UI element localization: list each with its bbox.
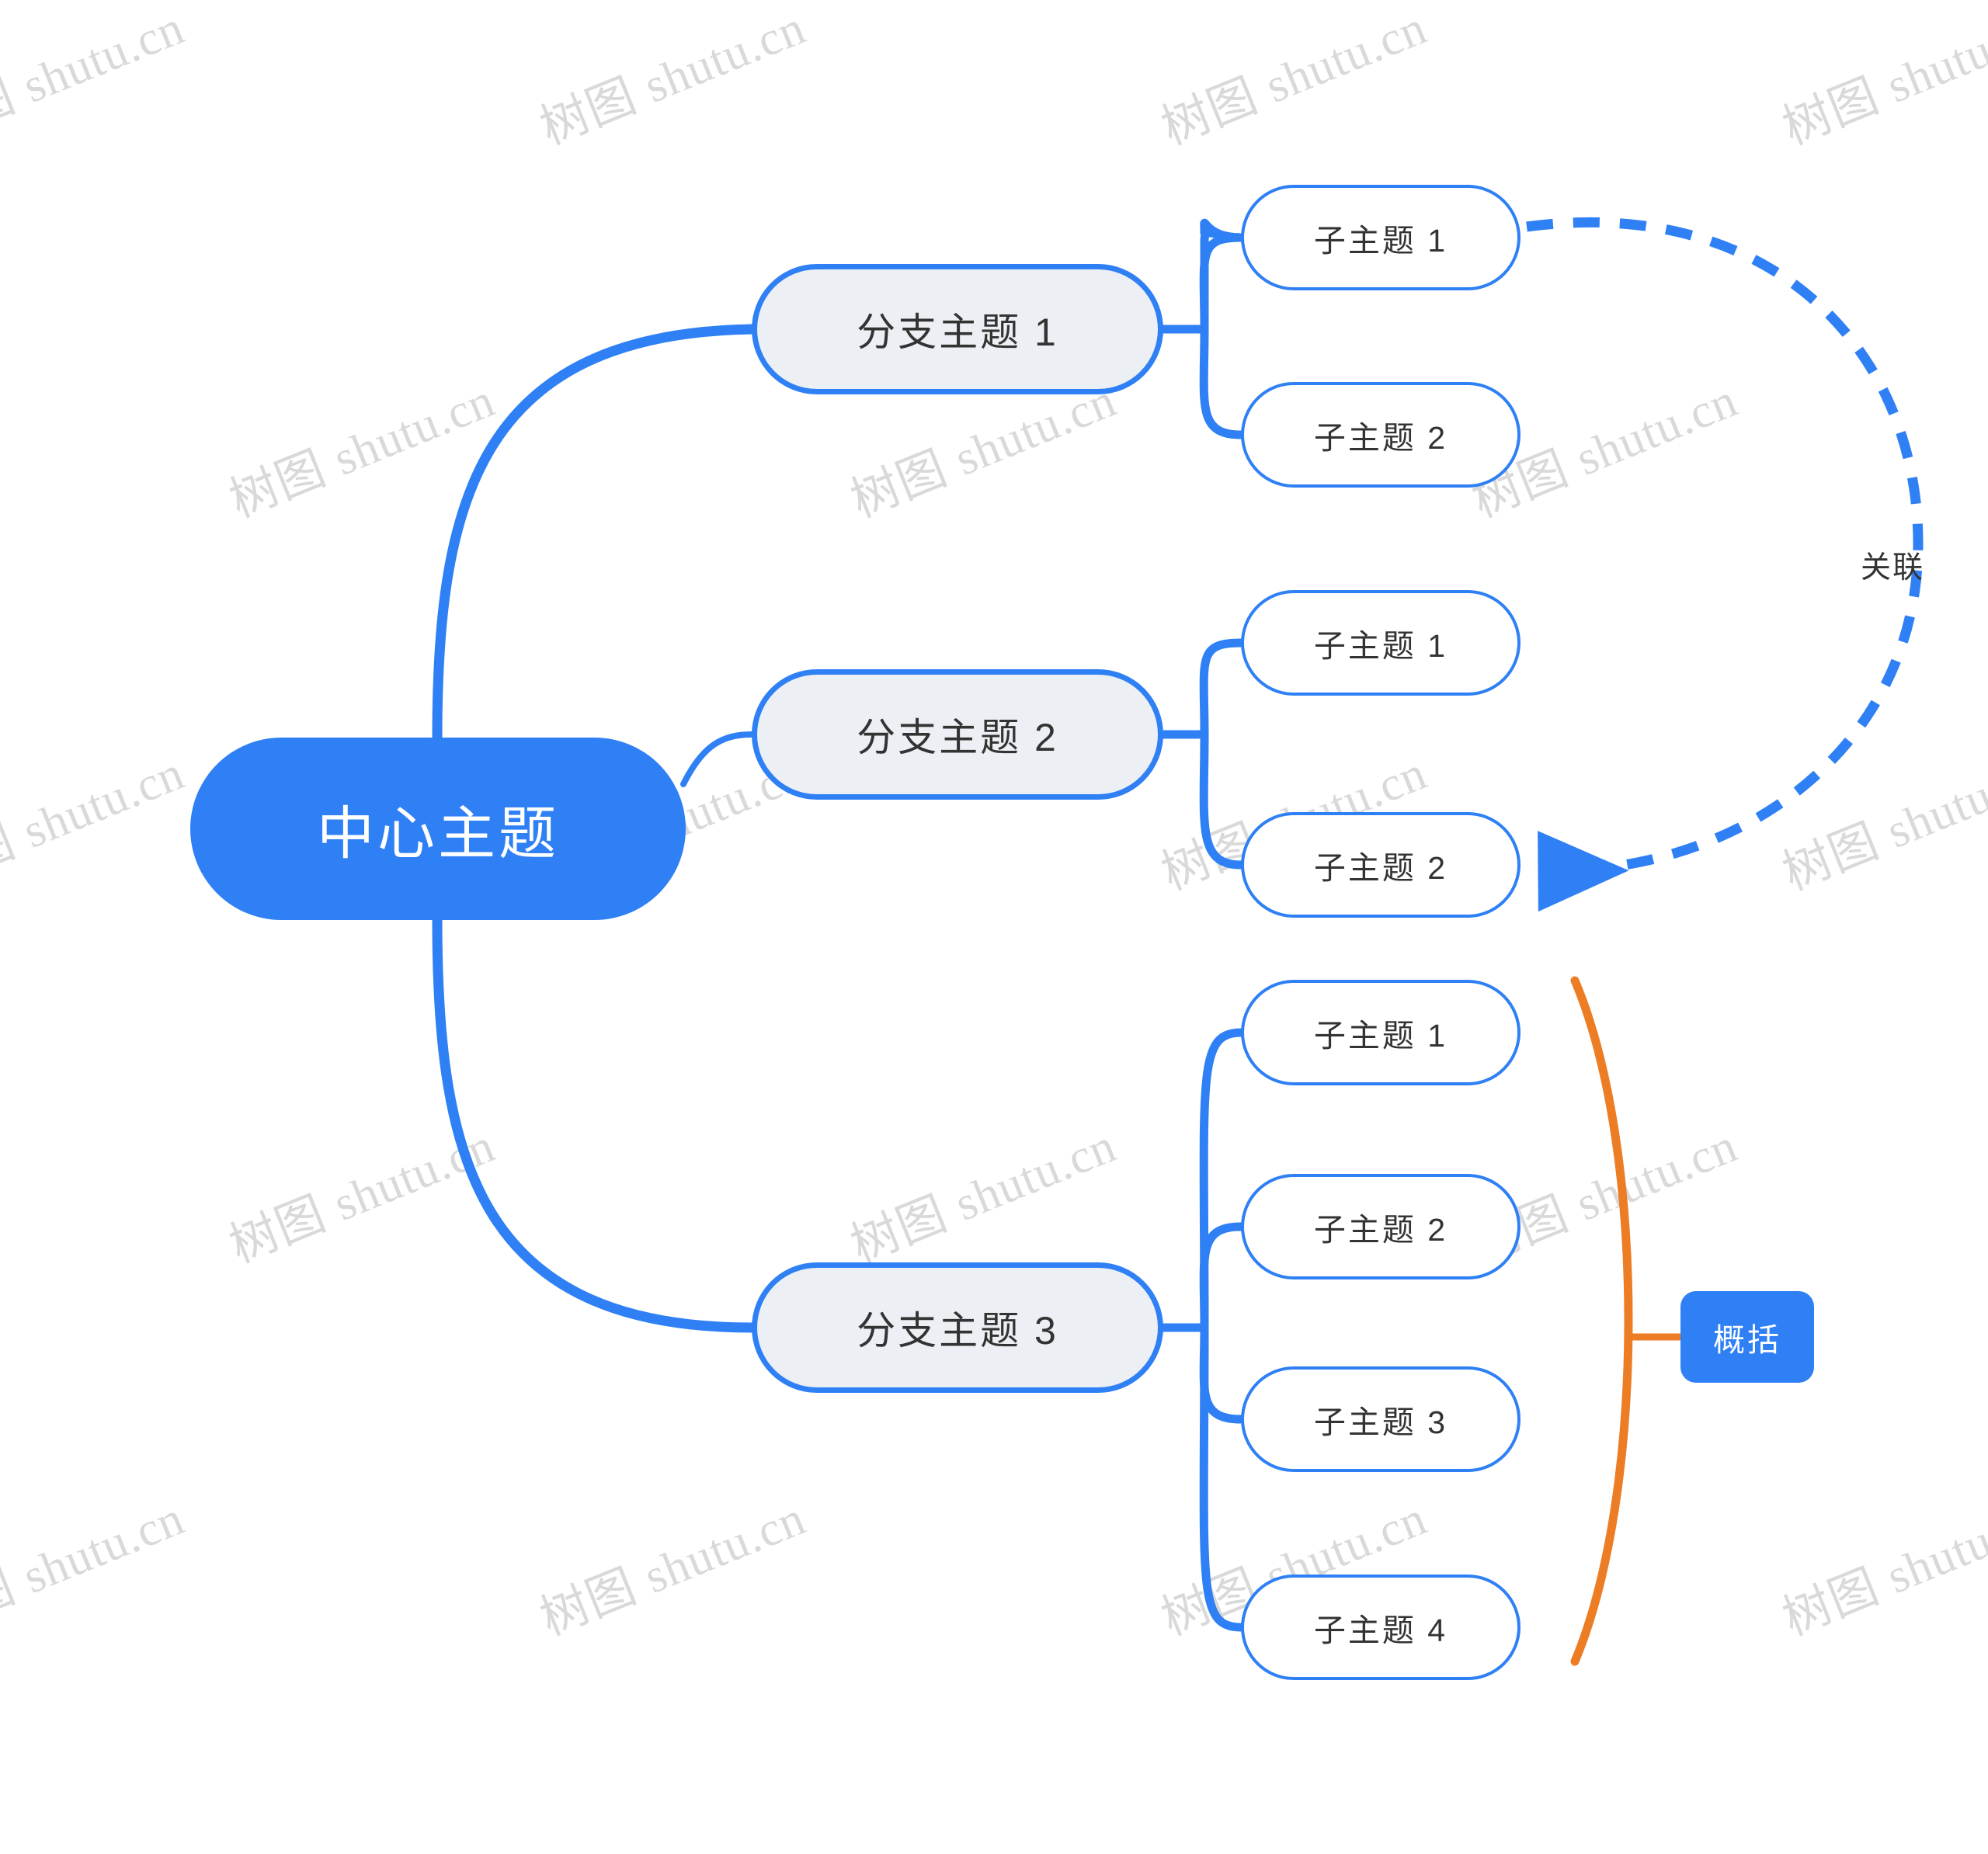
branch-node-1-label: 分支主题 1 <box>857 311 1058 354</box>
subtopic-node-2-1-label: 子主题 1 <box>1313 628 1448 664</box>
subtopic-node-1-1[interactable]: 子主题 1 <box>1241 185 1521 290</box>
branch-node-1[interactable]: 分支主题 1 <box>752 264 1163 394</box>
mindmap-canvas: 树图 shutu.cn 树图 shutu.cn 树图 shutu.cn 树图 shut… <box>0 0 1988 1854</box>
subtopic-node-3-1[interactable]: 子主题 1 <box>1241 980 1521 1085</box>
subtopic-node-3-3[interactable]: 子主题 3 <box>1241 1366 1521 1472</box>
relation-label-text: 关联 <box>1861 551 1925 585</box>
branch-node-2-label: 分支主题 2 <box>857 716 1058 759</box>
node-layer: 中心主题 分支主题 1 子主题 1 子主题 2 分支主题 2 子主题 1 子主题… <box>0 0 1988 1854</box>
subtopic-node-2-1[interactable]: 子主题 1 <box>1241 590 1521 696</box>
subtopic-node-3-1-label: 子主题 1 <box>1313 1018 1448 1054</box>
summary-node-label: 概括 <box>1713 1322 1781 1358</box>
subtopic-node-3-4-label: 子主题 4 <box>1313 1613 1448 1648</box>
branch-node-2[interactable]: 分支主题 2 <box>752 669 1163 800</box>
root-node-label: 中心主题 <box>317 801 559 866</box>
subtopic-node-1-1-label: 子主题 1 <box>1313 223 1448 259</box>
subtopic-node-3-4[interactable]: 子主题 4 <box>1241 1575 1521 1680</box>
subtopic-node-3-2-label: 子主题 2 <box>1313 1212 1448 1248</box>
subtopic-node-2-2-label: 子主题 2 <box>1313 850 1448 886</box>
subtopic-node-2-2[interactable]: 子主题 2 <box>1241 812 1521 918</box>
subtopic-node-1-2-label: 子主题 2 <box>1313 420 1448 456</box>
summary-node[interactable]: 概括 <box>1680 1291 1814 1383</box>
branch-node-3-label: 分支主题 3 <box>857 1309 1058 1352</box>
subtopic-node-3-3-label: 子主题 3 <box>1313 1404 1448 1440</box>
root-node[interactable]: 中心主题 <box>190 738 686 920</box>
relation-label: 关联 <box>1861 543 1924 587</box>
subtopic-node-1-2[interactable]: 子主题 2 <box>1241 382 1521 488</box>
subtopic-node-3-2[interactable]: 子主题 2 <box>1241 1174 1521 1279</box>
branch-node-3[interactable]: 分支主题 3 <box>752 1262 1163 1393</box>
